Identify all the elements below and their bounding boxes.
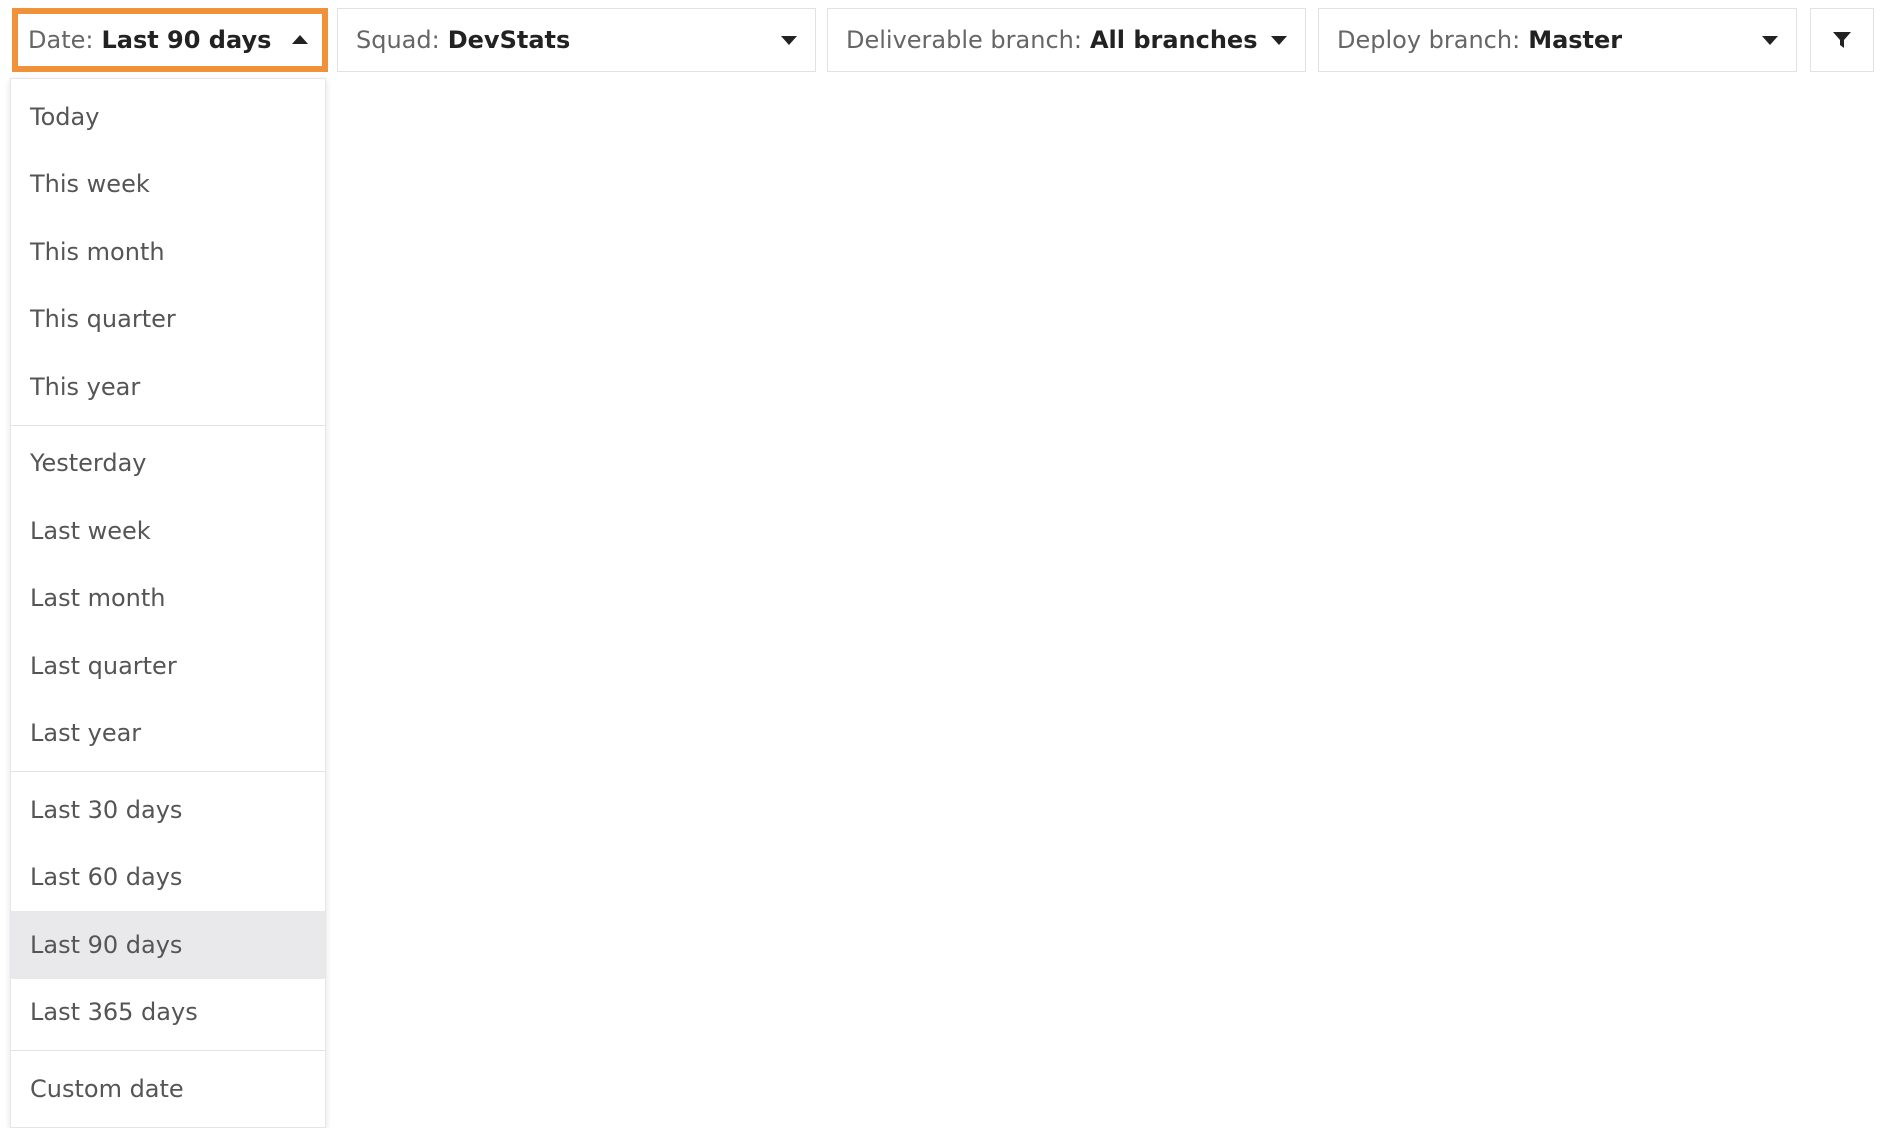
date-dropdown-menu: Today This week This month This quarter This… (10, 78, 326, 1128)
caret-down-icon (1271, 36, 1287, 45)
squad-filter-key: Squad: (356, 26, 440, 54)
date-option[interactable]: Last 365 days (11, 979, 325, 1047)
dropdown-group: Last 30 days Last 60 days Last 90 days Last… (11, 772, 325, 1051)
dropdown-group: Today This week This month This quarter This… (11, 79, 325, 426)
deliverable-branch-filter-dropdown[interactable]: Deliverable branch: All branches (827, 8, 1306, 72)
date-filter-dropdown[interactable]: Date: Last 90 days (12, 8, 328, 72)
date-option[interactable]: Last 30 days (11, 776, 325, 844)
dropdown-group: Yesterday Last week Last month Last quarter… (11, 426, 325, 772)
date-filter-key: Date: (28, 26, 94, 54)
date-option[interactable]: Last year (11, 700, 325, 768)
date-option[interactable]: Last quarter (11, 632, 325, 700)
date-option[interactable]: This week (11, 151, 325, 219)
date-option[interactable]: Last week (11, 497, 325, 565)
deploy-branch-filter-key: Deploy branch: (1337, 26, 1521, 54)
date-option[interactable]: Today (11, 83, 325, 151)
deploy-branch-filter-dropdown[interactable]: Deploy branch: Master (1318, 8, 1797, 72)
deliverable-branch-filter-value: All branches (1089, 26, 1258, 54)
date-option[interactable]: Last month (11, 565, 325, 633)
funnel-icon (1832, 30, 1852, 50)
caret-up-icon (292, 35, 308, 44)
squad-filter-value: DevStats (447, 26, 571, 54)
deliverable-branch-filter-key: Deliverable branch: (846, 26, 1082, 54)
date-filter-value: Last 90 days (101, 26, 272, 54)
date-option[interactable]: This quarter (11, 286, 325, 354)
deploy-branch-filter-value: Master (1528, 26, 1623, 54)
filter-button[interactable] (1810, 8, 1874, 72)
date-option[interactable]: Last 60 days (11, 844, 325, 912)
date-option[interactable]: This month (11, 218, 325, 286)
filter-bar: Date: Last 90 days Squad: DevStats Deliv… (0, 0, 1881, 80)
squad-filter-dropdown[interactable]: Squad: DevStats (337, 8, 816, 72)
caret-down-icon (781, 36, 797, 45)
date-option[interactable]: Yesterday (11, 430, 325, 498)
caret-down-icon (1762, 36, 1778, 45)
date-option[interactable]: Last 90 days (11, 911, 325, 979)
date-option[interactable]: Custom date (11, 1055, 325, 1123)
date-option[interactable]: This year (11, 353, 325, 421)
date-filter-content: Date: Last 90 days (28, 14, 271, 66)
dropdown-group: Custom date (11, 1051, 325, 1127)
